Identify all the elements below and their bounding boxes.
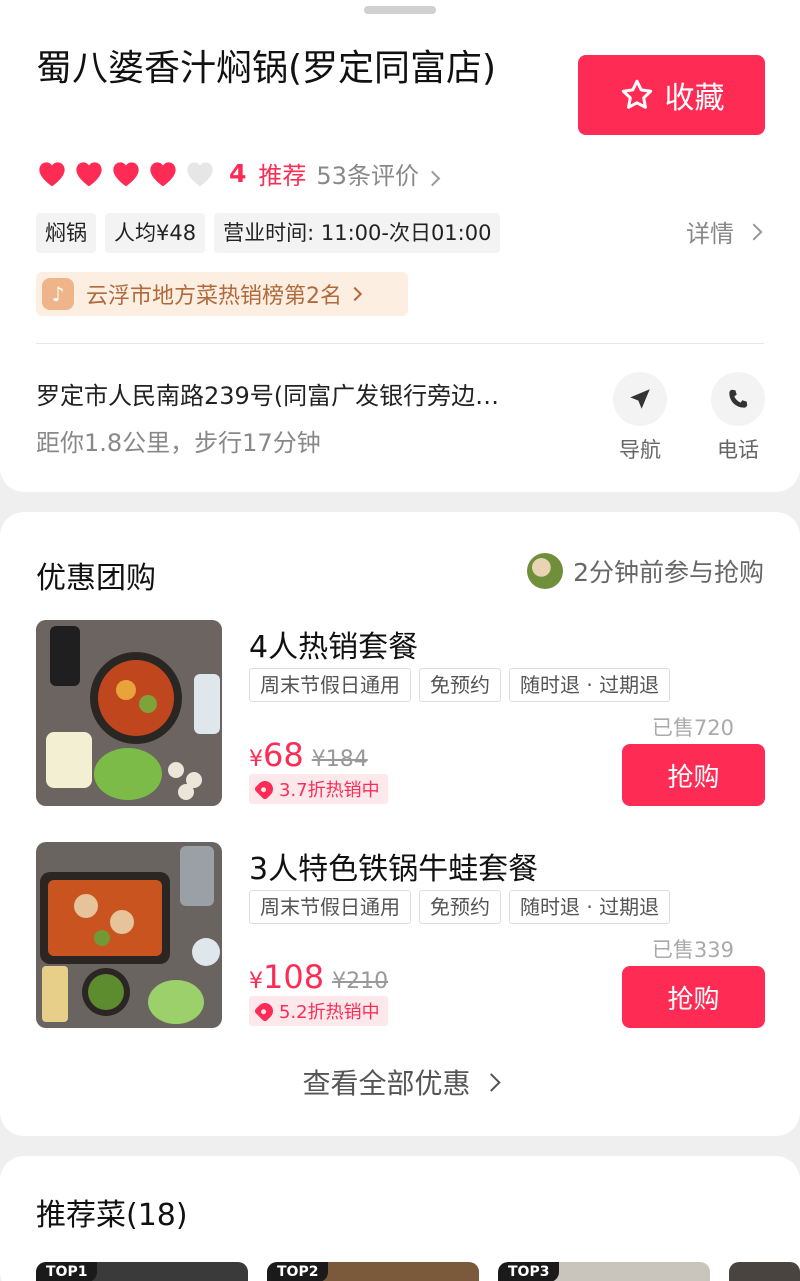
recommend-label: 推荐 (258, 161, 307, 190)
avatar (527, 553, 564, 589)
sold-count: 已售339 (651, 938, 734, 962)
original-price: ¥210 (332, 969, 389, 994)
deal-tag: 免预约 (419, 668, 501, 702)
phone-button[interactable]: 电话 (710, 372, 766, 464)
deal-image (36, 620, 222, 806)
details-link[interactable]: 详情 (686, 214, 763, 249)
deal-price: ¥ 108 ¥210 (249, 958, 388, 996)
dish-card[interactable] (729, 1262, 800, 1281)
buy-button[interactable]: 抢购 (622, 966, 765, 1028)
heart-icon (187, 162, 213, 187)
reviews-count: 53条评价 (316, 161, 419, 190)
deals-card (0, 512, 800, 1136)
sold-count: 已售720 (651, 716, 734, 740)
distance: 距你1.8公里，步行17分钟 (36, 429, 321, 457)
deal-title: 4人热销套餐 (249, 630, 419, 665)
divider (36, 343, 764, 344)
music-note-icon: ♪ (42, 278, 74, 310)
navigate-button[interactable]: 导航 (612, 372, 668, 464)
deal-tags: 周末节假日通用 免预约 随时退 · 过期退 (249, 890, 678, 924)
drag-handle[interactable] (364, 6, 436, 14)
currency-symbol: ¥ (249, 747, 263, 772)
dishes-section-title: 推荐菜(18) (36, 1198, 188, 1233)
chevron-right-icon (745, 223, 763, 240)
navigate-label: 导航 (619, 438, 661, 462)
top-badge: TOP1 (36, 1262, 98, 1281)
buy-button[interactable]: 抢购 (622, 744, 765, 806)
promo-text: 5.2折热销中 (279, 1002, 380, 1023)
heart-icon (39, 162, 65, 187)
star-icon (621, 79, 652, 109)
phone-label: 电话 (717, 438, 759, 462)
chevron-right-icon (424, 170, 441, 186)
chevron-right-icon (481, 1072, 501, 1092)
rating-score: 4 (229, 158, 247, 188)
heart-icon (113, 162, 139, 187)
tag-icon (253, 777, 277, 801)
favorite-button[interactable]: 收藏 (578, 55, 765, 135)
deal-tag: 随时退 · 过期退 (509, 668, 671, 702)
chevron-right-icon (347, 286, 363, 302)
currency-symbol: ¥ (249, 969, 263, 994)
details-label: 详情 (686, 220, 734, 248)
dish-card[interactable]: TOP1 (36, 1262, 248, 1281)
shop-tag: 焖锅 (36, 213, 96, 253)
shop-info-card: 蜀八婆香汁焖锅(罗定同富店) 收藏 4 推荐 53条评价 焖锅 人均¥48 营业… (0, 0, 800, 492)
deal-tag: 周末节假日通用 (249, 668, 411, 702)
deal-item[interactable]: 3人特色铁锅牛蛙套餐 周末节假日通用 免预约 随时退 · 过期退 已售339 ¥… (0, 842, 800, 1028)
current-price: 108 (263, 958, 325, 996)
heart-icon (76, 162, 102, 187)
top-badge: TOP3 (498, 1262, 560, 1281)
participate-info: 2分钟前参与抢购 (527, 553, 764, 589)
shop-tag: 人均¥48 (105, 213, 206, 253)
deal-price: ¥ 68 ¥184 (249, 736, 368, 774)
promo-text: 3.7折热销中 (279, 780, 380, 801)
rating-hearts (36, 158, 221, 188)
dish-card[interactable]: TOP3 (498, 1262, 710, 1281)
deal-tag: 免预约 (419, 890, 501, 924)
deals-section-title: 优惠团购 (36, 561, 156, 596)
heart-icon (150, 162, 176, 187)
deal-tag: 随时退 · 过期退 (509, 890, 671, 924)
top-badge: TOP2 (267, 1262, 329, 1281)
view-all-label: 查看全部优惠 (302, 1067, 471, 1100)
rank-badge[interactable]: ♪ 云浮市地方菜热销榜第2名 (36, 272, 408, 316)
rank-text: 云浮市地方菜热销榜第2名 (86, 284, 342, 309)
promo-badge: 3.7折热销中 (249, 774, 388, 804)
tag-icon (253, 999, 277, 1023)
phone-icon (711, 372, 765, 426)
participate-text: 2分钟前参与抢购 (573, 558, 764, 587)
deal-title: 3人特色铁锅牛蛙套餐 (249, 852, 539, 887)
shop-name: 蜀八婆香汁焖锅(罗定同富店) (36, 48, 497, 89)
deal-image (36, 842, 222, 1028)
reviews-link[interactable]: 53条评价 (316, 156, 441, 191)
navigation-arrow-icon (613, 372, 667, 426)
dish-card[interactable]: TOP2 (267, 1262, 479, 1281)
current-price: 68 (263, 736, 304, 774)
shop-tags: 焖锅 人均¥48 营业时间: 11:00-次日01:00 (36, 213, 509, 253)
address[interactable]: 罗定市人民南路239号(同富广发银行旁边… (36, 376, 556, 411)
favorite-label: 收藏 (664, 81, 725, 116)
deal-tags: 周末节假日通用 免预约 随时退 · 过期退 (249, 668, 678, 702)
deal-tag: 周末节假日通用 (249, 890, 411, 924)
view-all-deals-link[interactable]: 查看全部优惠 (0, 1062, 800, 1102)
rating-row: 4 推荐 53条评价 (36, 155, 441, 191)
original-price: ¥184 (311, 747, 368, 772)
deal-item[interactable]: 4人热销套餐 周末节假日通用 免预约 随时退 · 过期退 已售720 ¥ 68 … (0, 620, 800, 806)
shop-tag: 营业时间: 11:00-次日01:00 (214, 213, 501, 253)
promo-badge: 5.2折热销中 (249, 996, 388, 1026)
